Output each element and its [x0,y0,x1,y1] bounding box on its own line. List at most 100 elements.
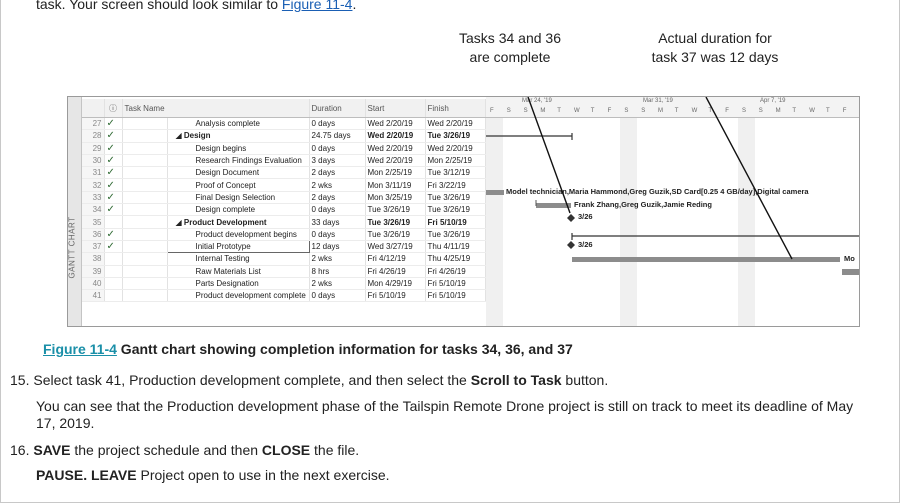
indicator-cell [122,265,168,278]
gantt-chart-area: Mar 24, '19 Mar 31, '19 Apr 7, '19 FSSMT… [486,97,859,326]
task-name-cell[interactable]: Research Findings Evaluation [167,154,310,168]
task-name-cell[interactable]: Final Design Selection [167,191,310,205]
start-cell: Wed 3/27/19 [365,240,426,254]
start-cell: Fri 4/26/19 [365,265,426,278]
callout-left-line1: Tasks 34 and 36 [459,30,561,46]
start-cell: Fri 5/10/19 [365,289,426,303]
check-icon [104,277,123,291]
table-row[interactable]: 40 Parts Designation 2 wks Mon 4/29/19 Fri 5… [82,277,486,291]
row-id: 29 [82,142,105,155]
callout-left-line2: are complete [469,49,551,65]
check-icon: ✓ [104,117,123,131]
figure-link-intro[interactable]: Figure 11-4 [282,0,353,12]
row-id: 35 [82,215,105,229]
task-name-cell[interactable]: ◢ Product Development [167,215,310,229]
duration-header[interactable]: Duration [309,99,366,118]
start-cell: Tue 3/26/19 [365,228,426,241]
check-icon: ✓ [104,203,123,217]
step-16-number: 16. [10,442,30,458]
duration-cell: 3 days [309,154,366,168]
figure-link-caption[interactable]: Figure 11-4 [43,341,117,357]
task-name-cell[interactable]: Initial Prototype [166,239,310,254]
nonworking-shade-3 [738,118,755,326]
task-name-cell[interactable]: Design Document [167,166,310,180]
start-header[interactable]: Start [365,99,426,118]
task-name-cell[interactable]: ◢ Design [167,129,310,143]
task-name-cell[interactable]: Product development begins [167,228,310,241]
task-rows: 27 ✓ Analysis complete 0 days Wed 2/20/19 Wed… [82,117,486,303]
milestone-34 [567,214,575,222]
task-name-cell[interactable]: Parts Designation [167,277,310,291]
start-cell: Wed 2/20/19 [365,117,426,131]
task-name-cell[interactable]: Raw Materials List [167,265,310,278]
duration-cell: 8 hrs [309,265,366,278]
check-icon [104,265,123,278]
close-label: CLOSE [261,442,311,458]
indicator-cell [122,154,168,168]
finish-cell: Wed 2/20/19 [425,117,486,131]
indicator-cell [122,191,168,205]
finish-cell: Fri 4/26/19 [425,265,486,278]
table-row[interactable]: 31 ✓ Design Document 2 days Mon 2/25/19 Tue 3… [82,166,486,180]
indicator-cell [122,178,168,192]
task-name-cell[interactable]: Design complete [167,203,310,217]
table-row[interactable]: 38 Internal Testing 2 wks Fri 4/12/19 Thu 4/… [82,252,486,266]
table-row[interactable]: 36 ✓ Product development begins 0 days Tue 3… [82,228,486,241]
task-name-cell[interactable]: Internal Testing [167,252,310,266]
start-cell: Wed 2/20/19 [365,129,426,143]
info-header-icon: ⓘ [104,99,123,118]
table-row[interactable]: 41 Product development complete 0 days Fri … [82,289,486,303]
duration-cell: 2 wks [309,277,366,291]
table-row[interactable]: 35 ◢ Product Development 33 days Tue 3/26/1… [82,215,486,229]
task-name-header[interactable]: Task Name [122,99,310,118]
check-icon [104,252,123,266]
table-row[interactable]: 39 Raw Materials List 8 hrs Fri 4/26/19 Fri … [82,265,486,278]
row-id: 30 [82,154,105,168]
duration-cell: 24.75 days [309,129,366,143]
check-icon: ✓ [104,228,123,241]
duration-cell: 0 days [309,289,366,303]
table-header: ⓘ Task Name Duration Start Finish [82,99,486,118]
table-row[interactable]: 32 ✓ Proof of Concept 2 wks Mon 3/11/19 Fri 3… [82,178,486,192]
indicator-cell [122,215,168,229]
step-15-text-a: Select task 41, Production development c… [33,372,471,388]
finish-cell: Wed 2/20/19 [425,142,486,155]
task-name-cell[interactable]: Design begins [167,142,310,155]
check-icon: ✓ [104,142,123,155]
indicator-cell [122,166,168,180]
row-id: 37 [82,240,105,254]
bar-label-row34: 3/26 [578,212,593,221]
indicator-cell [122,277,168,291]
duration-cell: 12 days [309,240,366,254]
task-name-cell[interactable]: Product development complete [167,289,310,303]
start-cell: Mon 3/11/19 [365,178,426,192]
duration-cell: 0 days [309,117,366,131]
row-id: 41 [82,289,105,303]
table-row[interactable]: 30 ✓ Research Findings Evaluation 3 days Wed… [82,154,486,168]
callout-actual-duration: Actual duration for task 37 was 12 days [640,29,790,67]
duration-cell: 2 wks [309,252,366,266]
task-name-cell[interactable]: Proof of Concept [167,178,310,192]
duration-cell: 2 wks [309,178,366,192]
table-row[interactable]: 28 ✓ ◢ Design 24.75 days Wed 2/20/19 Tue 3/26… [82,129,486,143]
caption-text: Gantt chart showing completion informati… [116,341,573,357]
task-name-cell[interactable]: Analysis complete [167,117,310,131]
row-id: 39 [82,265,105,278]
table-row[interactable]: 34 ✓ Design complete 0 days Tue 3/26/19 Tue 3… [82,203,486,217]
table-row[interactable]: 27 ✓ Analysis complete 0 days Wed 2/20/19 Wed… [82,117,486,131]
task-table: ⓘ Task Name Duration Start Finish 27 ✓ Ana… [82,99,486,303]
nonworking-shade-2 [620,118,637,326]
start-cell: Fri 4/12/19 [365,252,426,266]
duration-cell: 2 days [309,166,366,180]
start-cell: Wed 2/20/19 [365,142,426,155]
table-row[interactable]: 29 ✓ Design begins 0 days Wed 2/20/19 Wed 2/2… [82,142,486,155]
check-icon: ✓ [104,191,123,205]
start-cell: Wed 2/20/19 [365,154,426,168]
check-icon: ✓ [104,166,123,180]
finish-header[interactable]: Finish [425,99,486,118]
indicator-cell [122,117,168,131]
table-row[interactable]: 37 ✓ Initial Prototype 12 days Wed 3/27/19 Th… [82,239,486,254]
finish-cell: Fri 5/10/19 [425,289,486,303]
step-15-paragraph: You can see that the Production developm… [36,398,854,431]
table-row[interactable]: 33 ✓ Final Design Selection 2 days Mon 3/25/… [82,191,486,205]
